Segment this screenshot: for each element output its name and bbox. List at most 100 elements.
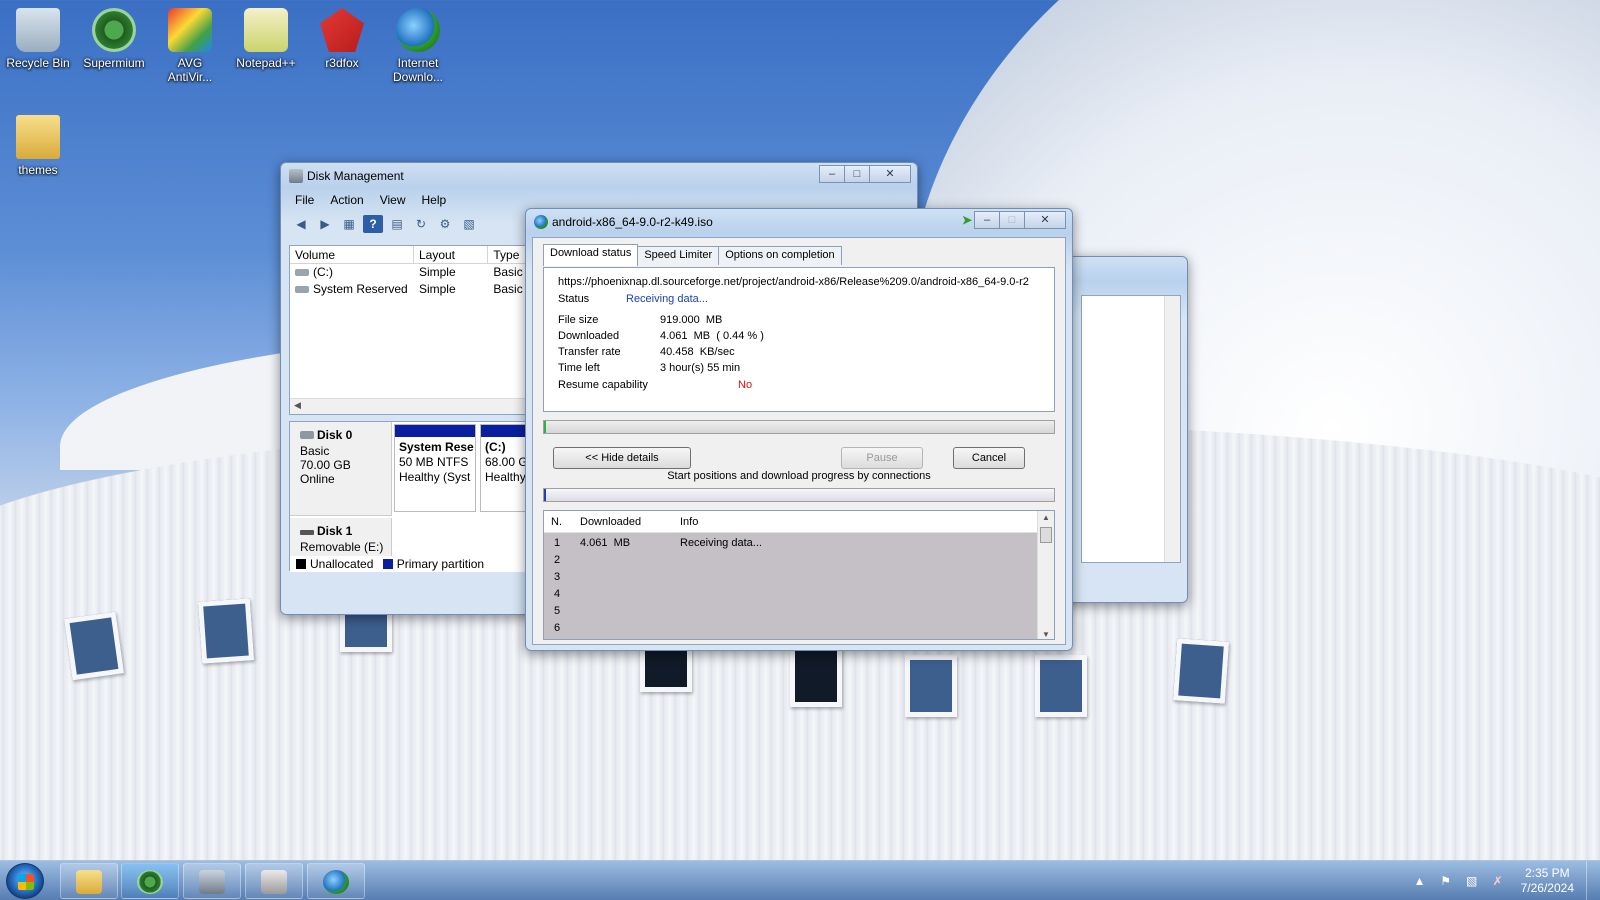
connections-caption: Start positions and download progress by… <box>667 470 931 482</box>
partition-info: 50 MB NTFS <box>399 455 469 469</box>
column-downloaded[interactable]: Downloaded <box>580 511 641 533</box>
cancel-button[interactable]: Cancel <box>953 447 1025 469</box>
recycle-bin-icon <box>16 8 60 52</box>
show-hide-tree-icon[interactable]: ▦ <box>339 215 359 233</box>
pin-icon[interactable]: ➤ <box>962 213 972 227</box>
volume-list: Volume Layout Type (C:) Simple Basic Sys… <box>289 245 537 415</box>
volume-muted-icon[interactable]: ✗ <box>1490 873 1506 889</box>
properties-icon[interactable]: ▤ <box>387 215 407 233</box>
taskbar-idm[interactable] <box>307 863 365 899</box>
tab-download-status[interactable]: Download status <box>543 244 639 266</box>
column-layout[interactable]: Layout <box>414 246 489 263</box>
disk0-state: Online <box>300 472 335 486</box>
column-volume[interactable]: Volume <box>290 246 414 263</box>
table-row[interactable]: System Reserved Simple Basic <box>290 281 536 298</box>
network-icon[interactable]: ▧ <box>1464 873 1480 889</box>
show-desktop-button[interactable] <box>1586 861 1600 900</box>
download-dialog[interactable]: android-x86_64-9.0-r2-k49.iso ➤ – □ ✕ Do… <box>525 208 1073 651</box>
taskbar-supermium[interactable] <box>121 863 179 899</box>
title-bar[interactable]: Disk Management – □ ✕ <box>281 163 917 189</box>
column-n[interactable]: N. <box>551 511 562 533</box>
hide-details-button[interactable]: << Hide details <box>553 447 691 469</box>
disk-graphical-view: Disk 0 Basic 70.00 GB Online System Rese… <box>289 421 538 572</box>
taskbar-disk-management[interactable] <box>183 863 241 899</box>
window-title: android-x86_64-9.0-r2-k49.iso <box>552 215 713 229</box>
folder-icon <box>16 115 60 159</box>
scroll-thumb[interactable] <box>1040 527 1052 543</box>
conn-number: 5 <box>554 605 561 617</box>
desktop-icon-label: Notepad++ <box>236 56 296 70</box>
desktop-icon-idm[interactable]: Internet Downlo... <box>380 8 456 84</box>
clock[interactable]: 2:35 PM 7/26/2024 <box>1521 866 1574 896</box>
clock-time: 2:35 PM <box>1524 866 1570 880</box>
refresh-icon[interactable]: ↻ <box>411 215 431 233</box>
maximize-button[interactable]: □ <box>844 165 870 183</box>
back-arrow-icon[interactable]: ◀ <box>291 215 311 233</box>
scroll-down-icon[interactable]: ▼ <box>1042 630 1050 639</box>
table-row[interactable]: 6 <box>544 620 1038 637</box>
action-center-flag-icon[interactable]: ⚑ <box>1438 873 1454 889</box>
table-row[interactable]: 1 4.061 MB Receiving data... <box>544 535 1038 552</box>
taskbar-explorer[interactable] <box>60 863 118 899</box>
scrollbar[interactable] <box>1164 296 1180 562</box>
menu-action[interactable]: Action <box>322 191 371 209</box>
time-left-label: Time left <box>558 362 600 374</box>
desktop-icon-r3dfox[interactable]: r3dfox <box>304 8 380 70</box>
export-icon[interactable]: ▧ <box>459 215 479 233</box>
partition-system-reserved[interactable]: System Rese 50 MB NTFS Healthy (Syst <box>394 424 476 512</box>
table-row[interactable]: 3 <box>544 569 1038 586</box>
close-button[interactable]: ✕ <box>869 165 911 183</box>
supermium-icon <box>137 870 163 894</box>
table-row[interactable]: 5 <box>544 603 1038 620</box>
r3dfox-icon <box>320 8 364 52</box>
table-row[interactable]: (C:) Simple Basic <box>290 264 536 281</box>
resume-capability-value: No <box>738 379 753 391</box>
system-tray: ▲ ⚑ ▧ ✗ 2:35 PM 7/26/2024 <box>1407 861 1600 900</box>
vertical-scrollbar[interactable]: ▲ ▼ <box>1037 511 1054 639</box>
close-button[interactable]: ✕ <box>1024 211 1066 229</box>
menu-view[interactable]: View <box>372 191 414 209</box>
minimize-button[interactable]: – <box>819 165 845 183</box>
idm-icon <box>323 870 349 894</box>
minimize-button[interactable]: – <box>974 211 1000 229</box>
taskbar: ▲ ⚑ ▧ ✗ 2:35 PM 7/26/2024 <box>0 860 1600 900</box>
disk0-type: Basic <box>300 444 330 458</box>
primary-swatch <box>382 559 393 569</box>
tab-options-on-completion[interactable]: Options on completion <box>718 246 842 265</box>
title-bar[interactable]: android-x86_64-9.0-r2-k49.iso ➤ – □ ✕ <box>526 209 1072 235</box>
conn-number: 4 <box>554 588 561 600</box>
menu-help[interactable]: Help <box>414 191 455 209</box>
connection-progress-fill <box>544 489 547 501</box>
disk1-header[interactable]: Disk 1 Removable (E:) <box>290 518 392 558</box>
conn-number: 3 <box>554 571 561 583</box>
menu-file[interactable]: File <box>287 191 322 209</box>
desktop-icon-supermium[interactable]: Supermium <box>76 8 152 70</box>
scroll-left-icon[interactable]: ◀ <box>294 400 301 411</box>
taskbar-printer[interactable] <box>245 863 303 899</box>
pause-button[interactable]: Pause <box>841 447 923 469</box>
start-button[interactable] <box>6 863 44 899</box>
forward-arrow-icon[interactable]: ▶ <box>315 215 335 233</box>
desktop-icon-recycle-bin[interactable]: Recycle Bin <box>0 8 76 70</box>
desktop-icon-notepadpp[interactable]: Notepad++ <box>228 8 304 70</box>
desktop-icon-themes[interactable]: themes <box>0 115 76 177</box>
help-icon[interactable]: ? <box>363 215 383 233</box>
show-hidden-icons-icon[interactable]: ▲ <box>1412 873 1428 889</box>
desktop-icon-label: Supermium <box>83 56 145 70</box>
legend: Unallocated Primary partition <box>290 556 536 572</box>
settings-icon[interactable]: ⚙ <box>435 215 455 233</box>
desktop-icon-label: AVG AntiVir... <box>167 56 213 84</box>
column-info[interactable]: Info <box>680 511 698 533</box>
disk0-header[interactable]: Disk 0 Basic 70.00 GB Online <box>290 422 392 516</box>
dialog-body: Download status Speed Limiter Options on… <box>532 237 1066 645</box>
disk1-name: Disk 1 <box>317 524 353 538</box>
desktop-icon-avg[interactable]: AVG AntiVir... <box>152 8 228 84</box>
maximize-button[interactable]: □ <box>999 211 1025 229</box>
tab-speed-limiter[interactable]: Speed Limiter <box>637 246 720 265</box>
scroll-up-icon[interactable]: ▲ <box>1042 513 1050 522</box>
table-row[interactable]: 2 <box>544 552 1038 569</box>
table-row[interactable]: 4 <box>544 586 1038 603</box>
desktop-icon-label: r3dfox <box>325 56 359 70</box>
horizontal-scrollbar[interactable]: ◀ <box>290 398 536 414</box>
time-left-value: 3 hour(s) 55 min <box>660 362 741 374</box>
